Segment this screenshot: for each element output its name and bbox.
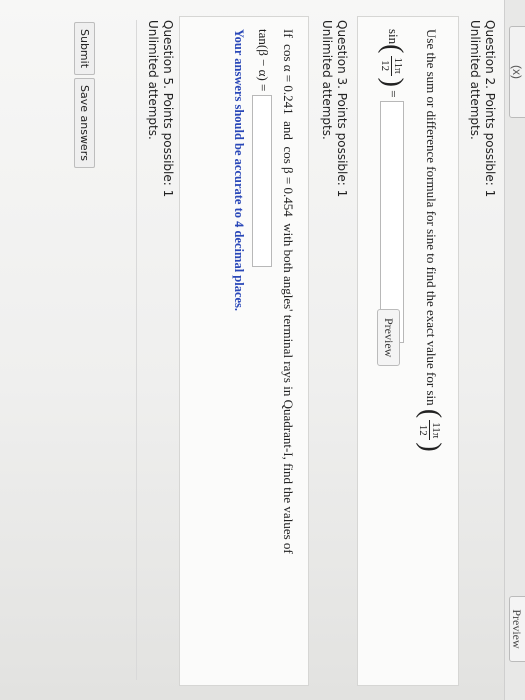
cos-beta: cos β = 0.454 (281, 146, 296, 217)
previous-answer-button[interactable]: (x) (509, 26, 525, 118)
tan-expression: tan(β − α) = (256, 29, 272, 92)
question-2-info: Question 2. Points possible: 1 Unlimited… (467, 20, 497, 197)
question-3-info: Question 3. Points possible: 1 Unlimited… (319, 20, 349, 197)
question-2-answer-row: sin(11π 12) = (377, 29, 408, 343)
question-3-title: Question 3. Points possible: 1 (335, 20, 349, 198)
question-3-answer-input[interactable] (252, 94, 272, 267)
cos-alpha: cos α = 0.241 (281, 44, 296, 115)
question-3-attempts: Unlimited attempts. (320, 20, 334, 140)
question-3-line-1: If cos α = 0.241 and cos β = 0.454 with … (280, 29, 296, 554)
question-3-instruction: Your answers should be accurate to 4 dec… (232, 29, 246, 312)
question-5-info: Question 5. Points possible: 1 Unlimited… (145, 20, 175, 197)
question-2-prompt-text: Use the sum or difference formula for si… (424, 29, 440, 406)
answer-close-paren: ) (377, 77, 408, 87)
submit-button[interactable]: Submit (74, 22, 95, 76)
prompt-fraction: 11π 12 (417, 420, 443, 441)
quiz-page: (x) Preview Question 2. Points possible:… (0, 0, 525, 700)
prompt-fraction-denominator: 12 (417, 424, 430, 436)
previous-preview-button[interactable]: Preview (509, 596, 525, 662)
question-2-preview-button[interactable]: Preview (377, 309, 400, 367)
answer-sin-label: sin (386, 29, 402, 45)
prompt-fraction-numerator: 11π (429, 420, 443, 441)
save-answers-button[interactable]: Save answers (74, 78, 95, 168)
question-3-condition: with both angles' terminal rays in Quadr… (281, 223, 296, 554)
question-5-attempts: Unlimited attempts. (146, 20, 160, 140)
open-paren: ( (415, 408, 446, 419)
question-2-attempts: Unlimited attempts. (468, 20, 482, 140)
question-2-answer-input[interactable] (380, 100, 404, 343)
answer-fraction-denominator: 12 (379, 60, 392, 72)
and-word: and (281, 121, 296, 140)
question-5-title: Question 5. Points possible: 1 (161, 20, 175, 198)
question-3-box: If cos α = 0.241 and cos β = 0.454 with … (179, 16, 309, 686)
answer-fraction-numerator: 11π (391, 55, 405, 76)
if-word: If (281, 29, 296, 38)
question-2-prompt: Use the sum or difference formula for si… (415, 29, 446, 452)
answer-open-paren: ( (377, 44, 408, 54)
divider (136, 20, 137, 680)
equals-sign: = (386, 90, 402, 98)
close-paren: ) (415, 442, 446, 452)
question-2-box: Use the sum or difference formula for si… (357, 16, 459, 686)
question-3-line-2: tan(β − α) = (252, 29, 272, 267)
question-2-title: Question 2. Points possible: 1 (483, 20, 497, 198)
answer-fraction: 11π 12 (379, 55, 405, 76)
